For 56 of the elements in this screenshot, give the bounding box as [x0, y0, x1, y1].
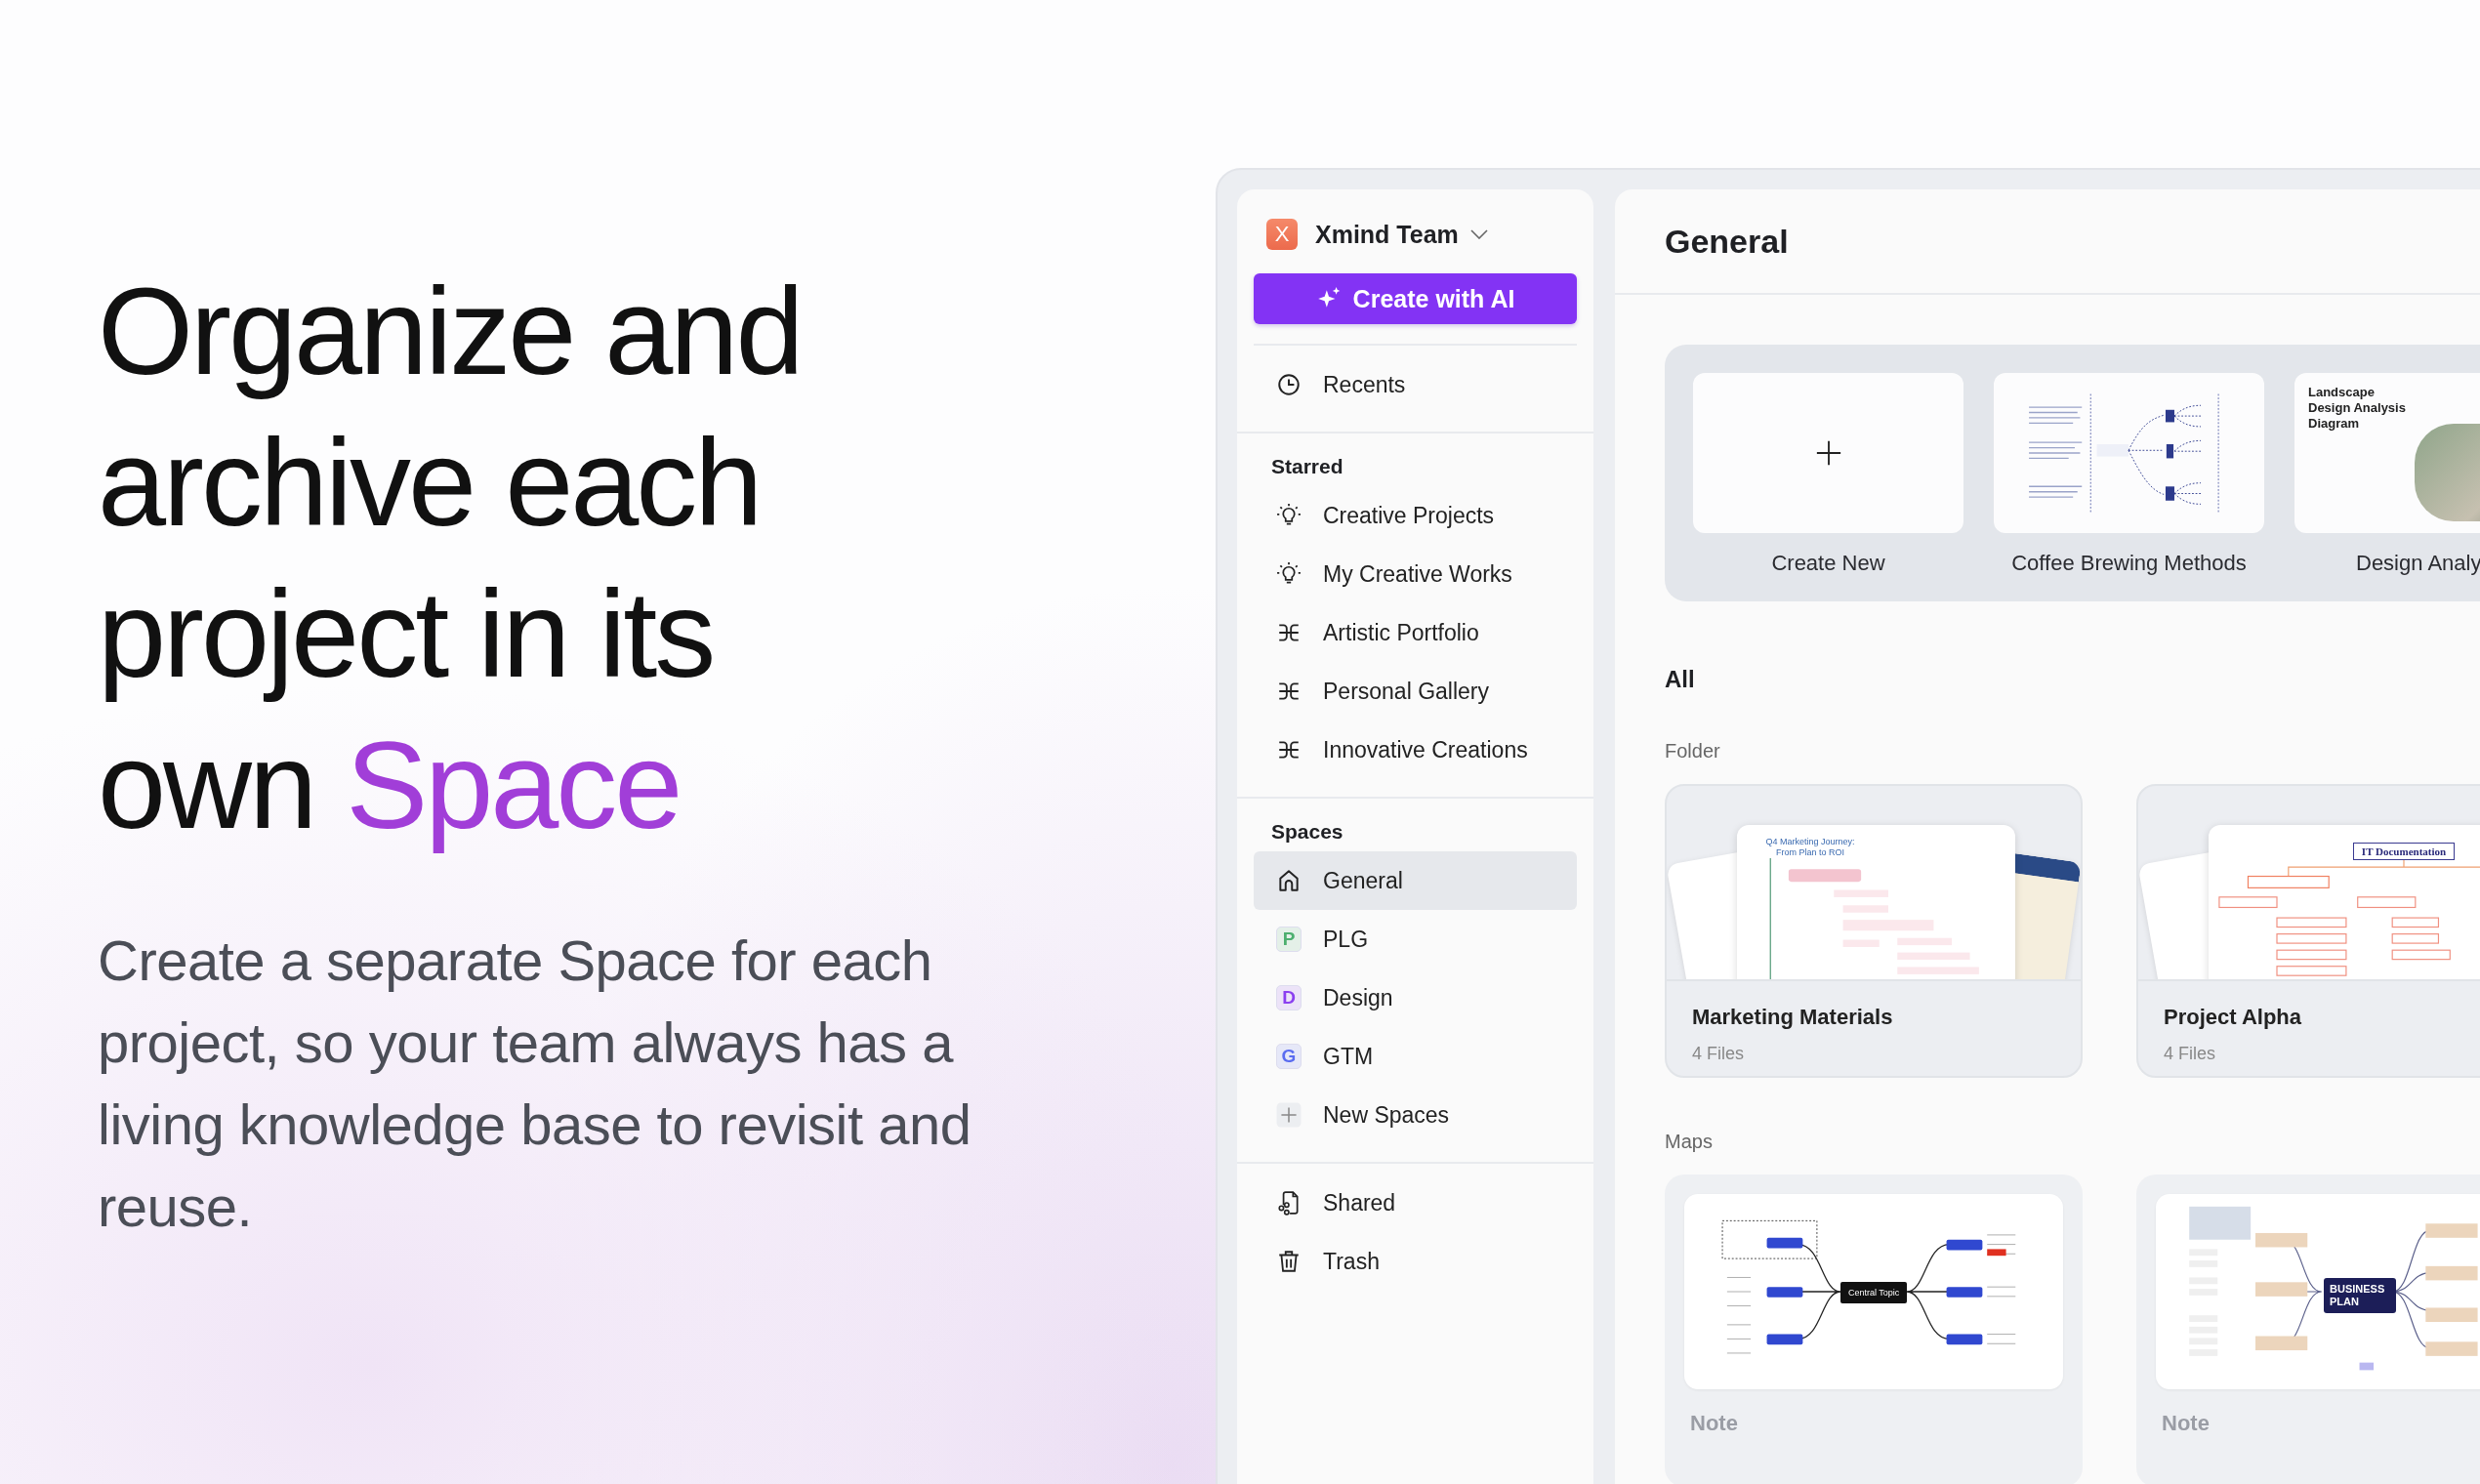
- lightbulb-icon: [1276, 561, 1302, 587]
- thumbnail-title: Landscape Design Analysis Diagram: [2308, 385, 2407, 433]
- template-thumbnail[interactable]: Landscape Design Analysis Diagram: [2294, 373, 2480, 533]
- section-heading: Spaces: [1270, 819, 1344, 845]
- nav-item[interactable]: Shared: [1254, 1174, 1577, 1232]
- trash-icon: [1276, 1249, 1302, 1274]
- map-card[interactable]: Central Topic Note: [1665, 1175, 2083, 1484]
- folder-card[interactable]: Q4 Marketing Journey: From Plan to ROI Marketing Materials 4 Files: [1665, 784, 2083, 1078]
- template-label: Coffee Brewing Methods: [2010, 551, 2248, 576]
- space-item[interactable]: General: [1254, 851, 1577, 910]
- recents-item[interactable]: Recents: [1254, 355, 1577, 414]
- section-heading: Starred: [1270, 454, 1344, 479]
- starred-item[interactable]: Creative Projects: [1254, 486, 1577, 545]
- team-name[interactable]: Xmind Team: [1315, 220, 1459, 249]
- section-title: All: [1665, 666, 1696, 693]
- file-count: 4 Files: [2164, 1044, 2216, 1064]
- nav-item[interactable]: Trash: [1254, 1232, 1577, 1291]
- starred-item[interactable]: My Creative Works: [1254, 545, 1577, 603]
- subtitle: Create a separate Space for each project, so your team always has a living knowledge base to revisit and reuse.: [98, 928, 972, 1240]
- map-type-label: Note: [1689, 1411, 1739, 1436]
- page-title: General: [1665, 222, 1789, 261]
- space-item[interactable]: New Spaces: [1254, 1086, 1577, 1144]
- section-heading: Maps: [1665, 1131, 1714, 1153]
- headline: Organize and archive each project in its own Space: [98, 262, 803, 856]
- document-title: Q4 Marketing Journey: From Plan to ROI: [1764, 837, 1856, 858]
- starred-item[interactable]: Artistic Portfolio: [1254, 603, 1577, 662]
- map-type-label: Note: [2161, 1411, 2211, 1436]
- space-item[interactable]: D Design: [1254, 969, 1577, 1027]
- section-heading: Folder: [1665, 740, 1721, 763]
- space-letter-icon: D: [1276, 985, 1302, 1010]
- document-title: IT Documentation: [2352, 843, 2456, 860]
- team-logo: X: [1266, 219, 1298, 250]
- lightbulb-icon: [1276, 503, 1302, 528]
- shared-file-icon: [1276, 1190, 1302, 1216]
- space-letter-icon: P: [1276, 927, 1302, 952]
- create-with-ai-button[interactable]: Create with AI: [1254, 273, 1577, 324]
- chevron-down-icon[interactable]: [1469, 229, 1488, 239]
- plus-icon: [1276, 1102, 1302, 1128]
- home-icon: [1276, 868, 1302, 893]
- space-item[interactable]: P PLG: [1254, 910, 1577, 969]
- space-letter-icon: G: [1276, 1044, 1302, 1069]
- file-count: 4 Files: [1692, 1044, 1745, 1064]
- template-label: Create New: [1770, 551, 1886, 576]
- folder-name: Marketing Materials: [1692, 1005, 1894, 1030]
- clock-icon: [1276, 372, 1302, 397]
- template-thumbnail[interactable]: [1994, 373, 2264, 533]
- folder-card[interactable]: IT Documentation Project Alpha 4 Files: [2136, 784, 2480, 1078]
- map-card[interactable]: BUSINESS PLAN Note: [2136, 1175, 2480, 1484]
- central-topic-node: Central Topic: [1840, 1282, 1908, 1303]
- starred-item[interactable]: Personal Gallery: [1254, 662, 1577, 721]
- space-item[interactable]: G GTM: [1254, 1027, 1577, 1086]
- starred-item[interactable]: Innovative Creations: [1254, 721, 1577, 779]
- create-new-card[interactable]: [1693, 373, 1963, 533]
- folder-name: Project Alpha: [2164, 1005, 2302, 1030]
- central-topic-node: BUSINESS PLAN: [2324, 1278, 2396, 1313]
- plus-icon: [1814, 439, 1842, 467]
